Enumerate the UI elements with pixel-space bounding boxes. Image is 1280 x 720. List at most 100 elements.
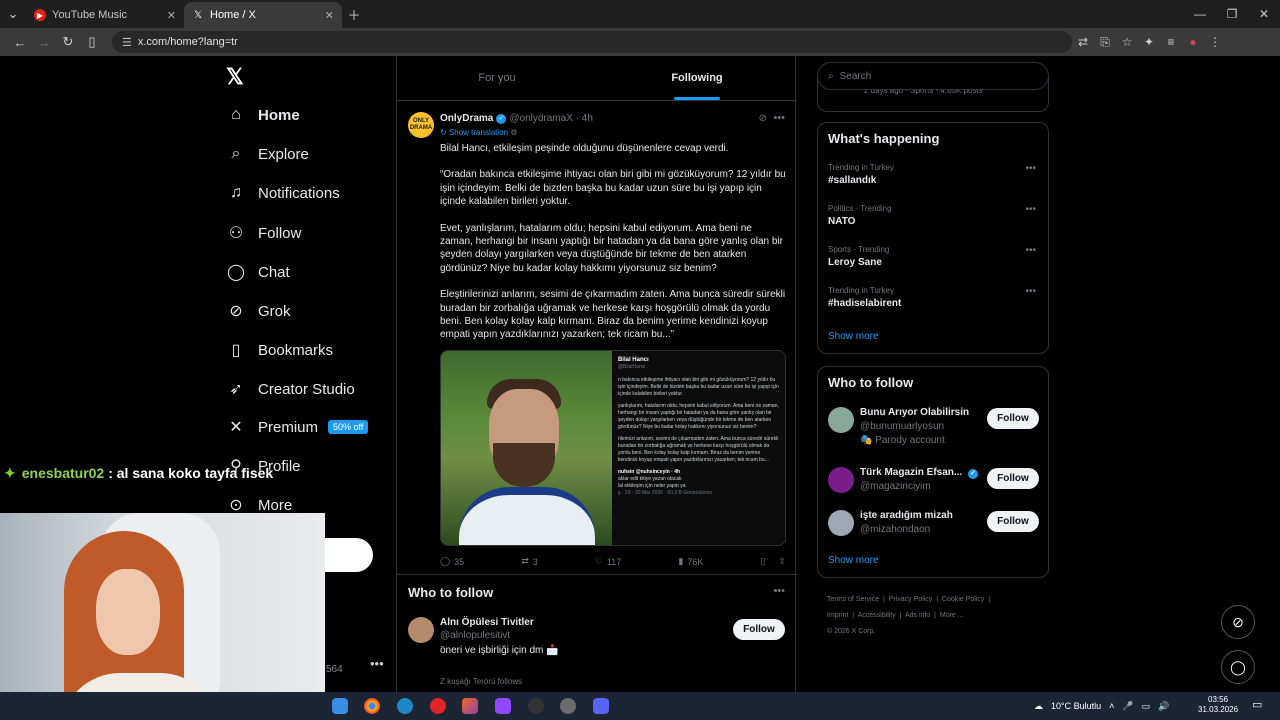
show-more-link[interactable]: Show more xyxy=(828,331,879,342)
close-tab-icon[interactable]: ✕ xyxy=(167,9,176,22)
follow-button[interactable]: Follow xyxy=(987,468,1039,489)
post-time[interactable]: 4h xyxy=(582,113,593,124)
install-icon[interactable]: ⎘ xyxy=(1094,35,1116,50)
nav-notifications[interactable]: ♫ Notifications xyxy=(226,184,340,202)
show-translation-link[interactable]: ↻ Show translation ⚙ xyxy=(440,128,518,137)
opera-icon[interactable] xyxy=(430,698,446,714)
chat-fab-icon[interactable]: ◯ xyxy=(1221,650,1255,684)
search-input[interactable]: ⌕ Search xyxy=(817,62,1049,90)
nav-more[interactable]: ⊙ More xyxy=(226,495,292,515)
app-icon[interactable] xyxy=(462,698,478,714)
mic-icon[interactable]: 🎤 xyxy=(1122,701,1133,712)
post[interactable]: ONLY DRAMA OnlyDrama ✓ @onlydramaX · 4h … xyxy=(397,102,797,572)
suggested-user-name[interactable]: Bunu Arıyor Olabilirsin xyxy=(860,407,969,418)
twitch-icon[interactable] xyxy=(495,698,511,714)
suggested-user-handle[interactable]: @bunumuarlyosun xyxy=(860,421,944,432)
follow-button[interactable]: Follow xyxy=(733,619,785,640)
grok-icon[interactable]: ⊘ xyxy=(759,113,767,124)
nav-premium[interactable]: ✕ Premium 50% off xyxy=(226,417,369,437)
maximize-button[interactable]: ❐ xyxy=(1216,7,1248,21)
footer-link[interactable]: Ads info xyxy=(905,612,930,619)
tab-youtube-music[interactable]: ▶ YouTube Music ✕ xyxy=(26,2,184,28)
views-button[interactable]: ▮ 76K xyxy=(678,556,703,567)
account-menu-icon[interactable]: ••• xyxy=(370,656,384,671)
translate-icon[interactable]: ⇄ xyxy=(1072,35,1094,49)
footer-link[interactable]: Cookie Policy xyxy=(942,596,984,603)
footer-link[interactable]: Accessibility xyxy=(858,612,896,619)
reply-button[interactable]: ◯ 35 xyxy=(440,556,464,567)
avatar[interactable] xyxy=(828,467,854,493)
chrome-icon[interactable] xyxy=(364,698,380,714)
like-button[interactable]: ♡ 117 xyxy=(595,556,621,567)
suggested-user-name[interactable]: işte aradığım mizah xyxy=(860,510,953,521)
avatar[interactable] xyxy=(828,510,854,536)
bookmark-button[interactable]: ▯ ⇪ xyxy=(760,556,786,567)
trend-item[interactable]: Sports · Trending Leroy Sane xyxy=(828,245,889,268)
nav-home[interactable]: ⌂ Home xyxy=(226,106,300,124)
tab-list-button[interactable]: ⌄ xyxy=(0,6,26,22)
sidebar-icon[interactable]: ≡ xyxy=(1160,35,1182,49)
reload-icon[interactable]: ↻ xyxy=(56,34,80,50)
network-icon[interactable]: ▭ xyxy=(1142,701,1151,712)
post-handle[interactable]: @onlydramaX xyxy=(509,113,573,124)
close-window-button[interactable]: ✕ xyxy=(1248,7,1280,21)
more-icon[interactable]: ••• xyxy=(1025,204,1036,215)
tab-home-x[interactable]: 𝕏 Home / X ✕ xyxy=(184,2,342,28)
weather-text[interactable]: 10°C Bulutlu xyxy=(1051,701,1101,711)
suggested-user-handle[interactable]: @magazinciyim xyxy=(860,481,931,492)
post-button[interactable] xyxy=(325,538,373,572)
nav-explore[interactable]: ⌕ Explore xyxy=(226,145,309,163)
nav-creator-studio[interactable]: ➶ Creator Studio xyxy=(226,379,354,399)
notification-icon[interactable]: ▭ xyxy=(1252,698,1262,711)
post-author-name[interactable]: OnlyDrama xyxy=(440,113,493,124)
suggested-user-name[interactable]: Alnı Öpülesi Tivitler xyxy=(440,617,534,628)
avatar[interactable] xyxy=(828,407,854,433)
x-logo-icon[interactable]: 𝕏 xyxy=(226,64,244,90)
extensions-icon[interactable]: ✦ xyxy=(1138,35,1160,49)
new-tab-button[interactable]: ＋ xyxy=(342,5,366,24)
split-view-icon[interactable]: ▯ xyxy=(80,34,104,50)
follow-button[interactable]: Follow xyxy=(987,408,1039,429)
post-image[interactable]: Bilal Hancı @BilalHanci n bakınca etkile… xyxy=(440,350,786,546)
settings-icon[interactable] xyxy=(560,698,576,714)
show-more-link[interactable]: Show more xyxy=(828,555,879,566)
edge-icon[interactable] xyxy=(397,698,413,714)
obs-icon[interactable] xyxy=(528,698,544,714)
footer-link[interactable]: Terms of Service xyxy=(827,596,879,603)
discord-icon[interactable] xyxy=(593,698,609,714)
more-icon[interactable]: ••• xyxy=(773,112,785,124)
url-field[interactable]: ☰ x.com/home?lang=tr xyxy=(112,31,1072,53)
more-icon[interactable]: ••• xyxy=(773,585,785,597)
profile-avatar[interactable]: ● xyxy=(1182,35,1204,49)
nav-chat[interactable]: ◯ Chat xyxy=(226,262,290,282)
site-info-icon[interactable]: ☰ xyxy=(122,36,132,49)
trend-item[interactable]: Trending in Turkey #hadiselabirent xyxy=(828,286,901,309)
suggested-user-name[interactable]: Türk Magazin Efsan... ✓ xyxy=(860,467,981,479)
file-explorer-icon[interactable] xyxy=(332,698,348,714)
follow-button[interactable]: Follow xyxy=(987,511,1039,532)
nav-bookmarks[interactable]: ▯ Bookmarks xyxy=(226,340,333,360)
trend-item[interactable]: Politics · Trending NATO xyxy=(828,204,892,227)
trend-item[interactable]: Trending in Turkey #sallandık xyxy=(828,163,894,186)
repost-button[interactable]: ⇄ 3 xyxy=(521,556,538,567)
more-icon[interactable]: ••• xyxy=(1025,286,1036,297)
minimize-button[interactable]: — xyxy=(1184,7,1216,21)
nav-grok[interactable]: ⊘ Grok xyxy=(226,301,290,321)
share-icon[interactable]: ⇪ xyxy=(778,556,786,567)
avatar[interactable] xyxy=(408,617,434,643)
more-icon[interactable]: ••• xyxy=(1025,163,1036,174)
tab-following[interactable]: Following xyxy=(597,56,797,100)
volume-icon[interactable]: 🔊 xyxy=(1158,701,1169,712)
tab-for-you[interactable]: For you xyxy=(397,56,597,100)
bookmark-star-icon[interactable]: ☆ xyxy=(1116,35,1138,49)
suggested-user-handle[interactable]: @alnlopulesitivt xyxy=(440,630,510,641)
more-icon[interactable]: ••• xyxy=(1025,245,1036,256)
clock[interactable]: 03:56 31.03.2026 xyxy=(1198,695,1238,715)
back-icon[interactable]: ← xyxy=(8,35,32,50)
suggested-user-handle[interactable]: @mizahondaon xyxy=(860,524,930,535)
forward-icon[interactable]: → xyxy=(32,35,56,50)
tray-arrow-icon[interactable]: ˄ xyxy=(1109,701,1114,711)
menu-icon[interactable]: ⋮ xyxy=(1204,35,1226,49)
footer-link[interactable]: Imprint xyxy=(827,612,848,619)
nav-follow[interactable]: ⚇ Follow xyxy=(226,223,302,243)
